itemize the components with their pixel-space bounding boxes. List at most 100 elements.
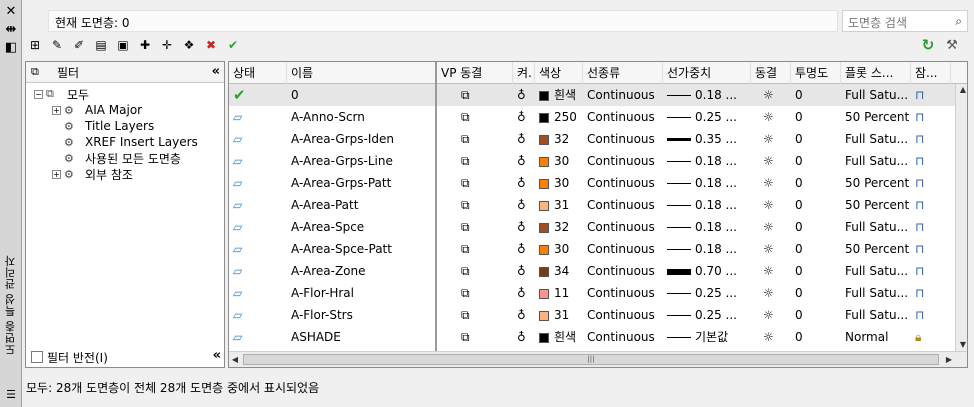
color-cell[interactable]: 31 <box>539 304 583 326</box>
column-header[interactable]: 선종류 <box>583 62 663 84</box>
status-cell[interactable]: ▱ <box>233 216 287 238</box>
status-cell[interactable]: ▱ <box>233 128 287 150</box>
color-cell[interactable]: 흰색 <box>539 326 583 348</box>
color-cell[interactable]: 30 <box>539 172 583 194</box>
new-layer-button[interactable]: ✚ <box>136 36 154 54</box>
freeze-sun-icon[interactable]: ☼ <box>755 150 791 172</box>
table-row[interactable]: ▱ A-Area-Spce ⧉ ♁ 32 Continuous 0.18 ... ☼ 0 Full… <box>229 216 959 238</box>
transparency-cell[interactable]: 0 <box>795 326 841 348</box>
table-row[interactable]: ▱ A-Area-Grps-Patt ⧉ ♁ 30 Continuous 0.18 ... ☼… <box>229 172 959 194</box>
on-lightbulb-icon[interactable]: ♁ <box>517 84 535 106</box>
scroll-up-icon[interactable]: ▲ <box>957 84 967 96</box>
freeze-sun-icon[interactable]: ☼ <box>755 106 791 128</box>
table-row[interactable]: ✔ 0 ⧉ ♁ 흰색 Continuous 0.18 ... ☼ 0 Full Satu... ⊓ <box>229 84 959 106</box>
column-header[interactable]: 색상 <box>535 62 583 84</box>
linetype-cell[interactable]: Continuous <box>587 128 663 150</box>
new-property-filter-button[interactable]: ⊞ <box>26 36 44 54</box>
table-row[interactable]: ▱ A-Area-Patt ⧉ ♁ 31 Continuous 0.18 ... ☼ 0 50 P… <box>229 194 959 216</box>
save-button[interactable]: ▣ <box>114 36 132 54</box>
lineweight-cell[interactable]: 0.18 ... <box>667 238 751 260</box>
layer-name[interactable]: A-Area-Grps-Iden <box>291 128 437 150</box>
status-cell[interactable]: ▱ <box>233 326 287 348</box>
unlocked-icon[interactable]: ⊓ <box>915 304 951 326</box>
scroll-left-icon[interactable]: ◀ <box>229 353 241 366</box>
vp-freeze-icon[interactable]: ⧉ <box>441 84 513 106</box>
transparency-cell[interactable]: 0 <box>795 172 841 194</box>
unlocked-icon[interactable]: ⊓ <box>915 150 951 172</box>
vp-freeze-icon[interactable]: ⧉ <box>441 194 513 216</box>
layer-name[interactable]: A-Flor-Strs <box>291 304 437 326</box>
freeze-sun-icon[interactable]: ☼ <box>755 172 791 194</box>
transparency-cell[interactable]: 0 <box>795 150 841 172</box>
on-lightbulb-icon[interactable]: ♁ <box>517 304 535 326</box>
lineweight-cell[interactable]: 0.18 ... <box>667 216 751 238</box>
filter-tree-item[interactable]: − ⧉ 모두 <box>34 86 89 102</box>
linetype-cell[interactable]: Continuous <box>587 150 663 172</box>
table-row[interactable]: ▱ A-Flor-Strs ⧉ ♁ 31 Continuous 0.25 ... ☼ 0 Full… <box>229 304 959 326</box>
layer-states-button[interactable]: ▤ <box>92 36 110 54</box>
freeze-sun-icon[interactable]: ☼ <box>755 128 791 150</box>
status-cell[interactable]: ▱ <box>233 304 287 326</box>
plot-style-cell[interactable]: Full Satu... <box>845 282 911 304</box>
freeze-sun-icon[interactable]: ☼ <box>755 282 791 304</box>
lineweight-cell[interactable]: 0.18 ... <box>667 194 751 216</box>
status-cell[interactable]: ✔ <box>233 84 287 106</box>
color-cell[interactable]: 30 <box>539 238 583 260</box>
set-current-button[interactable]: ✔ <box>224 36 242 54</box>
vp-freeze-icon[interactable]: ⧉ <box>441 106 513 128</box>
freeze-sun-icon[interactable]: ☼ <box>755 216 791 238</box>
layer-search-input[interactable]: 도면층 검색 ⌕ <box>842 10 968 32</box>
table-row[interactable]: ▱ ASHADE ⧉ ♁ 흰색 Continuous 기본값 ☼ 0 Normal 🔒︎ <box>229 326 959 348</box>
color-cell[interactable]: 32 <box>539 216 583 238</box>
lineweight-cell[interactable]: 0.18 ... <box>667 84 751 106</box>
freeze-sun-icon[interactable]: ☼ <box>755 84 791 106</box>
freeze-sun-icon[interactable]: ☼ <box>755 326 791 348</box>
invert-filter-checkbox[interactable] <box>31 351 43 363</box>
linetype-cell[interactable]: Continuous <box>587 84 663 106</box>
transparency-cell[interactable]: 0 <box>795 194 841 216</box>
unlocked-icon[interactable]: ⊓ <box>915 260 951 282</box>
unlocked-icon[interactable]: ⊓ <box>915 216 951 238</box>
on-lightbulb-icon[interactable]: ♁ <box>517 194 535 216</box>
linetype-cell[interactable]: Continuous <box>587 304 663 326</box>
freeze-sun-icon[interactable]: ☼ <box>755 194 791 216</box>
color-cell[interactable]: 31 <box>539 194 583 216</box>
on-lightbulb-icon[interactable]: ♁ <box>517 260 535 282</box>
lineweight-cell[interactable]: 0.18 ... <box>667 150 751 172</box>
column-header[interactable]: 이름 <box>287 62 437 84</box>
vp-freeze-icon[interactable]: ⧉ <box>441 150 513 172</box>
freeze-sun-icon[interactable]: ☼ <box>755 238 791 260</box>
new-layer-vp-frozen-button[interactable]: ✛ <box>158 36 176 54</box>
tree-expander-icon[interactable]: − <box>34 89 43 99</box>
properties-icon[interactable]: ◧ <box>3 39 19 55</box>
vp-freeze-icon[interactable]: ⧉ <box>441 238 513 260</box>
scroll-thumb[interactable]: ||| <box>243 354 939 365</box>
on-lightbulb-icon[interactable]: ♁ <box>517 172 535 194</box>
plot-style-cell[interactable]: Full Satu... <box>845 304 911 326</box>
linetype-cell[interactable]: Continuous <box>587 216 663 238</box>
settings-icon[interactable]: ⚒ <box>943 36 961 54</box>
status-cell[interactable]: ▱ <box>233 150 287 172</box>
lineweight-cell[interactable]: 0.35 ... <box>667 128 751 150</box>
transparency-cell[interactable]: 0 <box>795 216 841 238</box>
vp-freeze-icon[interactable]: ⧉ <box>441 216 513 238</box>
vp-freeze-icon[interactable]: ⧉ <box>441 304 513 326</box>
vp-freeze-icon[interactable]: ⧉ <box>441 282 513 304</box>
on-lightbulb-icon[interactable]: ♁ <box>517 282 535 304</box>
table-row[interactable]: ▱ A-Area-Zone ⧉ ♁ 34 Continuous 0.70 ... ☼ 0 Full… <box>229 260 959 282</box>
unlocked-icon[interactable]: ⊓ <box>915 172 951 194</box>
unlocked-icon[interactable]: ⊓ <box>915 128 951 150</box>
linetype-cell[interactable]: Continuous <box>587 238 663 260</box>
layer-name[interactable]: A-Area-Patt <box>291 194 437 216</box>
plot-style-cell[interactable]: Normal <box>845 326 911 348</box>
color-cell[interactable]: 11 <box>539 282 583 304</box>
layer-name[interactable]: A-Anno-Scrn <box>291 106 437 128</box>
column-header[interactable]: 선가중치 <box>663 62 751 84</box>
color-cell[interactable]: 30 <box>539 150 583 172</box>
autohide-icon[interactable]: ⇹ <box>3 21 19 37</box>
color-cell[interactable]: 32 <box>539 128 583 150</box>
layer-name[interactable]: 0 <box>291 84 437 106</box>
linetype-cell[interactable]: Continuous <box>587 260 663 282</box>
tree-expander-icon[interactable]: + <box>52 169 61 179</box>
column-header[interactable]: 잠... <box>911 62 951 84</box>
